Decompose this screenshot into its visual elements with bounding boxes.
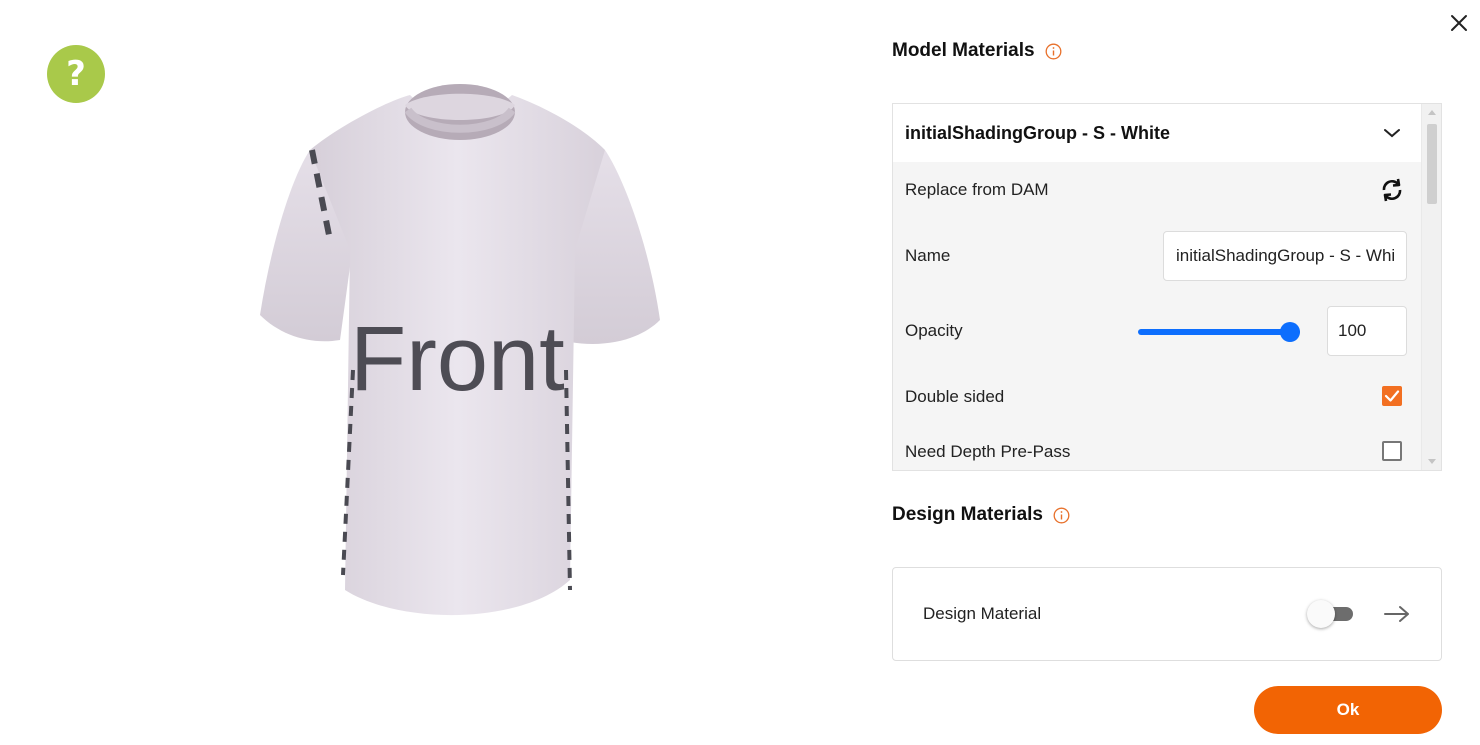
help-button[interactable]: ? (47, 45, 105, 103)
tshirt-preview[interactable]: Front (250, 80, 670, 625)
opacity-slider[interactable] (1138, 322, 1300, 342)
design-material-panel: Design Material (892, 567, 1442, 661)
scrollbar-thumb[interactable] (1427, 124, 1437, 204)
material-dropdown-label: initialShadingGroup - S - White (905, 122, 1170, 143)
opacity-slider-handle[interactable] (1280, 322, 1300, 342)
scroll-up-icon[interactable] (1428, 110, 1436, 115)
double-sided-label: Double sided (905, 387, 1005, 406)
model-materials-title: Model Materials (892, 40, 1035, 61)
garment-print-text: Front (350, 308, 565, 410)
double-sided-row: Double sided (893, 376, 1421, 418)
info-icon[interactable] (1053, 507, 1070, 524)
model-material-panel: initialShadingGroup - S - White Replace … (892, 103, 1442, 471)
material-editor: ? Front Model Materials initialShadingGr… (0, 0, 1480, 745)
replace-label: Replace from DAM (905, 180, 1049, 199)
chevron-down-icon[interactable] (1383, 127, 1401, 139)
design-material-toggle[interactable] (1307, 600, 1353, 628)
design-material-label: Design Material (923, 604, 1042, 623)
material-name-input[interactable] (1163, 231, 1407, 281)
design-materials-heading: Design Materials (892, 504, 1070, 526)
depth-prepass-row: Need Depth Pre-Pass (893, 431, 1421, 470)
check-icon (1384, 390, 1400, 402)
ok-button[interactable]: Ok (1254, 686, 1442, 734)
panel-scrollbar[interactable] (1421, 104, 1441, 470)
arrow-right-icon[interactable] (1383, 604, 1411, 624)
info-icon[interactable] (1045, 43, 1062, 60)
model-materials-heading: Model Materials (892, 40, 1062, 62)
double-sided-checkbox[interactable] (1382, 386, 1402, 406)
material-dropdown[interactable]: initialShadingGroup - S - White (893, 104, 1421, 162)
opacity-slider-track (1138, 329, 1300, 335)
scroll-down-icon[interactable] (1428, 459, 1436, 464)
replace-row: Replace from DAM (893, 162, 1421, 218)
help-icon: ? (66, 54, 86, 94)
depth-prepass-checkbox[interactable] (1382, 441, 1402, 461)
refresh-icon[interactable] (1378, 176, 1406, 204)
ok-button-label: Ok (1336, 700, 1360, 719)
opacity-input[interactable] (1327, 306, 1407, 356)
close-icon[interactable] (1448, 12, 1470, 34)
depth-prepass-label: Need Depth Pre-Pass (905, 442, 1071, 461)
toggle-knob (1307, 600, 1335, 628)
design-materials-title: Design Materials (892, 504, 1043, 525)
